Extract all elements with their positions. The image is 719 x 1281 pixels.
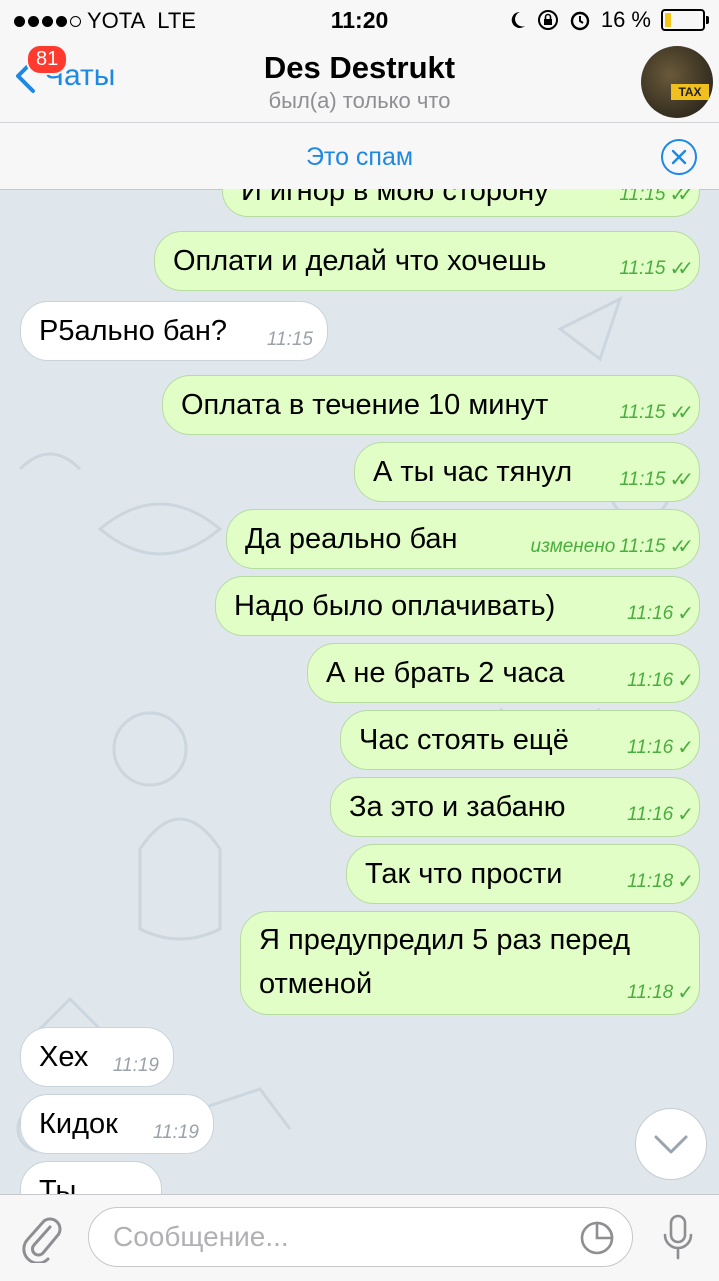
message-text: Я предупредил 5 раз перед [259,924,631,956]
message-input[interactable] [111,1220,555,1254]
outgoing-message[interactable]: Я предупредил 5 раз перед отменой 11:18 ✓ [240,911,700,1015]
status-right: 16 % [507,7,709,33]
check-icon: ✓ [677,670,694,692]
double-check-icon: ✓✓ [669,469,693,491]
report-spam-button[interactable]: Это спам [0,143,719,172]
message-list[interactable]: И игнор в мою сторону 11:15 ✓✓ Оплати и дел… [0,189,719,1194]
chat-title[interactable]: Des Destrukt [0,50,719,86]
message-time: 11:16 [627,803,674,825]
message-field[interactable] [88,1207,633,1267]
alarm-icon [570,11,590,31]
message-meta: 11:15 ✓✓ [619,189,693,207]
double-check-icon: ✓✓ [669,402,693,424]
message-time: 11:18 [627,981,674,1003]
close-icon[interactable] [661,139,697,175]
message-time: 11:15 [619,189,666,205]
message-time: 11:16 [627,669,674,691]
message-meta: 11:15 ✓✓ [619,400,693,425]
message-meta: 11:18 ✓ [627,869,694,894]
check-icon: ✓ [677,871,694,893]
double-check-icon: ✓✓ [669,536,693,558]
spam-report-bar: Это спам [0,122,719,190]
incoming-message[interactable]: Р5ально бан? 11:15 [20,301,328,361]
message-text: Р5ально бан? [39,315,228,347]
outgoing-message[interactable]: Да реально бан изменено 11:15 ✓✓ [226,509,700,569]
message-time: 11:19 [112,1055,159,1076]
message-text: А не брать 2 часа [326,657,565,689]
rotation-lock-icon [537,10,558,30]
chat-header: Чаты 81 Des Destrukt был(а) только что T… [0,40,719,122]
check-icon: ✓ [677,804,694,826]
message-text: Кидок [39,1108,118,1140]
outgoing-message[interactable]: За это и забаню 11:16 ✓ [330,777,700,837]
check-icon: ✓ [677,603,694,625]
status-bar: YOTA LTE 11:20 16 % [0,0,719,40]
battery-percent: 16 % [600,7,651,32]
message-text: Надо было оплачивать) [234,590,556,622]
message-meta: 11:16 ✓ [627,802,694,827]
message-text: Ты [39,1175,77,1194]
message-meta: 11:16 ✓ [627,668,694,693]
outgoing-message[interactable]: Оплати и делай что хочешь 11:15 ✓✓ [154,231,700,291]
double-check-icon: ✓✓ [669,189,693,206]
outgoing-message[interactable]: И игнор в мою сторону 11:15 ✓✓ [222,189,700,217]
outgoing-message[interactable]: Оплата в течение 10 минут 11:15 ✓✓ [162,375,700,435]
scroll-to-bottom-button[interactable] [635,1108,707,1180]
message-composer [0,1194,719,1281]
microphone-icon[interactable] [661,1213,695,1263]
battery-icon [661,9,709,31]
check-icon: ✓ [677,737,694,759]
message-meta: изменено 11:15 ✓✓ [530,534,694,559]
avatar-logo: TAX [671,84,709,100]
last-seen-status: был(а) только что [268,88,451,113]
outgoing-message[interactable]: А ты час тянул 11:15 ✓✓ [354,442,700,502]
message-meta: 11:15 [267,329,313,351]
message-time: 11:15 [266,329,313,350]
message-meta: 11:19 [153,1122,199,1144]
sticker-icon[interactable] [578,1220,616,1256]
chevron-down-icon [654,1135,688,1154]
message-meta: 11:16 ✓ [627,601,694,626]
avatar[interactable]: TAX [641,46,713,118]
message-meta: 11:18 ✓ [627,980,694,1005]
message-text: За это и забаню [349,791,566,823]
message-time: 11:15 [619,468,666,490]
message-time: 11:15 [619,535,666,557]
check-icon: ✓ [677,982,694,1004]
message-meta: 11:15 ✓✓ [619,256,693,281]
outgoing-message[interactable]: Надо было оплачивать) 11:16 ✓ [215,576,700,636]
message-text: Да реально бан [245,523,458,555]
message-text: Час стоять ещё [359,724,569,756]
message-text: Хех [39,1041,89,1073]
message-time: 11:15 [619,401,666,423]
moon-icon [511,11,525,28]
message-meta: 11:19 [113,1055,159,1077]
message-text: Оплати и делай что хочешь [173,245,547,277]
incoming-message[interactable]: Хех 11:19 [20,1027,174,1087]
edited-label: изменено [530,535,616,557]
message-text: Оплата в течение 10 минут [181,389,549,421]
message-text: А ты час тянул [373,456,573,488]
incoming-message[interactable]: Кидок 11:19 [20,1094,214,1154]
message-text: отменой [259,968,373,1000]
message-time: 11:16 [627,602,674,624]
message-meta: 11:15 ✓✓ [619,467,693,492]
paperclip-icon[interactable] [20,1213,64,1263]
message-time: 11:19 [152,1122,199,1143]
outgoing-message[interactable]: Час стоять ещё 11:16 ✓ [340,710,700,770]
double-check-icon: ✓✓ [669,258,693,280]
message-time: 11:18 [627,870,674,892]
incoming-message[interactable]: Ты [20,1161,162,1194]
outgoing-message[interactable]: Так что прости 11:18 ✓ [346,844,700,904]
message-text: Так что прости [365,858,563,890]
message-time: 11:16 [627,736,674,758]
message-meta: 11:16 ✓ [627,735,694,760]
message-text: И игнор в мою сторону [241,189,549,207]
outgoing-message[interactable]: А не брать 2 часа 11:16 ✓ [307,643,700,703]
message-time: 11:15 [619,257,666,279]
